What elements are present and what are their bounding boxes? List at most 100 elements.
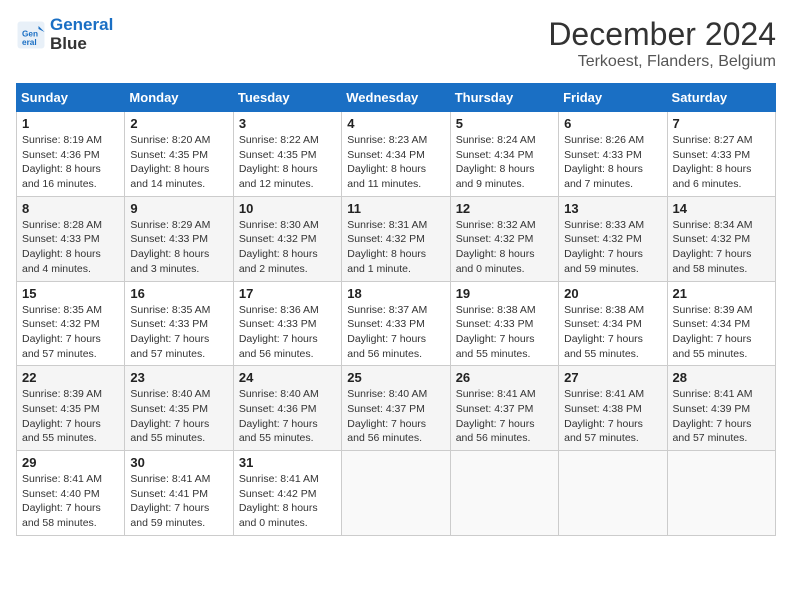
day-number: 30	[130, 455, 227, 470]
svg-text:eral: eral	[22, 37, 37, 46]
day-info: Sunrise: 8:20 AM Sunset: 4:35 PM Dayligh…	[130, 133, 227, 192]
location-title: Terkoest, Flanders, Belgium	[548, 53, 776, 71]
day-number: 5	[456, 116, 553, 131]
day-info: Sunrise: 8:41 AM Sunset: 4:38 PM Dayligh…	[564, 387, 661, 446]
day-info: Sunrise: 8:36 AM Sunset: 4:33 PM Dayligh…	[239, 303, 336, 362]
calendar-cell: 27 Sunrise: 8:41 AM Sunset: 4:38 PM Dayl…	[559, 366, 667, 451]
day-number: 18	[347, 286, 444, 301]
calendar-day-header: Wednesday	[342, 84, 450, 112]
day-number: 24	[239, 370, 336, 385]
calendar-week-row: 22 Sunrise: 8:39 AM Sunset: 4:35 PM Dayl…	[17, 366, 776, 451]
calendar-week-row: 8 Sunrise: 8:28 AM Sunset: 4:33 PM Dayli…	[17, 196, 776, 281]
day-info: Sunrise: 8:22 AM Sunset: 4:35 PM Dayligh…	[239, 133, 336, 192]
calendar-cell: 12 Sunrise: 8:32 AM Sunset: 4:32 PM Dayl…	[450, 196, 558, 281]
day-info: Sunrise: 8:37 AM Sunset: 4:33 PM Dayligh…	[347, 303, 444, 362]
calendar-cell: 10 Sunrise: 8:30 AM Sunset: 4:32 PM Dayl…	[233, 196, 341, 281]
day-info: Sunrise: 8:23 AM Sunset: 4:34 PM Dayligh…	[347, 133, 444, 192]
day-info: Sunrise: 8:41 AM Sunset: 4:42 PM Dayligh…	[239, 472, 336, 531]
month-title: December 2024	[548, 16, 776, 53]
day-number: 19	[456, 286, 553, 301]
day-info: Sunrise: 8:31 AM Sunset: 4:32 PM Dayligh…	[347, 218, 444, 277]
page-header: Gen eral General Blue December 2024 Terk…	[16, 16, 776, 71]
calendar-day-header: Thursday	[450, 84, 558, 112]
calendar-cell	[559, 451, 667, 536]
day-info: Sunrise: 8:38 AM Sunset: 4:33 PM Dayligh…	[456, 303, 553, 362]
calendar-cell: 23 Sunrise: 8:40 AM Sunset: 4:35 PM Dayl…	[125, 366, 233, 451]
calendar-week-row: 1 Sunrise: 8:19 AM Sunset: 4:36 PM Dayli…	[17, 112, 776, 197]
logo-icon: Gen eral	[16, 20, 46, 50]
day-info: Sunrise: 8:27 AM Sunset: 4:33 PM Dayligh…	[673, 133, 770, 192]
day-info: Sunrise: 8:40 AM Sunset: 4:36 PM Dayligh…	[239, 387, 336, 446]
day-info: Sunrise: 8:34 AM Sunset: 4:32 PM Dayligh…	[673, 218, 770, 277]
title-block: December 2024 Terkoest, Flanders, Belgiu…	[548, 16, 776, 71]
calendar-cell	[450, 451, 558, 536]
calendar-cell: 31 Sunrise: 8:41 AM Sunset: 4:42 PM Dayl…	[233, 451, 341, 536]
day-number: 25	[347, 370, 444, 385]
day-number: 26	[456, 370, 553, 385]
day-info: Sunrise: 8:40 AM Sunset: 4:35 PM Dayligh…	[130, 387, 227, 446]
day-info: Sunrise: 8:40 AM Sunset: 4:37 PM Dayligh…	[347, 387, 444, 446]
day-number: 23	[130, 370, 227, 385]
calendar-cell	[667, 451, 775, 536]
day-info: Sunrise: 8:41 AM Sunset: 4:40 PM Dayligh…	[22, 472, 119, 531]
calendar-cell: 22 Sunrise: 8:39 AM Sunset: 4:35 PM Dayl…	[17, 366, 125, 451]
calendar-cell: 7 Sunrise: 8:27 AM Sunset: 4:33 PM Dayli…	[667, 112, 775, 197]
calendar-cell: 21 Sunrise: 8:39 AM Sunset: 4:34 PM Dayl…	[667, 281, 775, 366]
day-info: Sunrise: 8:39 AM Sunset: 4:35 PM Dayligh…	[22, 387, 119, 446]
day-info: Sunrise: 8:41 AM Sunset: 4:39 PM Dayligh…	[673, 387, 770, 446]
calendar-cell: 11 Sunrise: 8:31 AM Sunset: 4:32 PM Dayl…	[342, 196, 450, 281]
day-info: Sunrise: 8:39 AM Sunset: 4:34 PM Dayligh…	[673, 303, 770, 362]
day-number: 6	[564, 116, 661, 131]
calendar-day-header: Monday	[125, 84, 233, 112]
day-number: 17	[239, 286, 336, 301]
calendar-week-row: 29 Sunrise: 8:41 AM Sunset: 4:40 PM Dayl…	[17, 451, 776, 536]
calendar-table: SundayMondayTuesdayWednesdayThursdayFrid…	[16, 83, 776, 536]
calendar-cell: 18 Sunrise: 8:37 AM Sunset: 4:33 PM Dayl…	[342, 281, 450, 366]
day-number: 1	[22, 116, 119, 131]
calendar-day-header: Sunday	[17, 84, 125, 112]
calendar-day-header: Tuesday	[233, 84, 341, 112]
day-number: 15	[22, 286, 119, 301]
calendar-cell: 29 Sunrise: 8:41 AM Sunset: 4:40 PM Dayl…	[17, 451, 125, 536]
day-info: Sunrise: 8:35 AM Sunset: 4:33 PM Dayligh…	[130, 303, 227, 362]
day-number: 28	[673, 370, 770, 385]
calendar-header-row: SundayMondayTuesdayWednesdayThursdayFrid…	[17, 84, 776, 112]
day-number: 16	[130, 286, 227, 301]
logo: Gen eral General Blue	[16, 16, 113, 53]
calendar-cell: 25 Sunrise: 8:40 AM Sunset: 4:37 PM Dayl…	[342, 366, 450, 451]
logo-line1: General	[50, 16, 113, 35]
day-number: 10	[239, 201, 336, 216]
calendar-cell	[342, 451, 450, 536]
calendar-body: 1 Sunrise: 8:19 AM Sunset: 4:36 PM Dayli…	[17, 112, 776, 536]
day-number: 4	[347, 116, 444, 131]
calendar-cell: 16 Sunrise: 8:35 AM Sunset: 4:33 PM Dayl…	[125, 281, 233, 366]
day-number: 9	[130, 201, 227, 216]
day-info: Sunrise: 8:33 AM Sunset: 4:32 PM Dayligh…	[564, 218, 661, 277]
calendar-cell: 13 Sunrise: 8:33 AM Sunset: 4:32 PM Dayl…	[559, 196, 667, 281]
calendar-cell: 5 Sunrise: 8:24 AM Sunset: 4:34 PM Dayli…	[450, 112, 558, 197]
calendar-cell: 9 Sunrise: 8:29 AM Sunset: 4:33 PM Dayli…	[125, 196, 233, 281]
calendar-day-header: Friday	[559, 84, 667, 112]
day-info: Sunrise: 8:38 AM Sunset: 4:34 PM Dayligh…	[564, 303, 661, 362]
day-number: 22	[22, 370, 119, 385]
day-number: 31	[239, 455, 336, 470]
calendar-cell: 6 Sunrise: 8:26 AM Sunset: 4:33 PM Dayli…	[559, 112, 667, 197]
calendar-cell: 30 Sunrise: 8:41 AM Sunset: 4:41 PM Dayl…	[125, 451, 233, 536]
day-number: 12	[456, 201, 553, 216]
calendar-cell: 17 Sunrise: 8:36 AM Sunset: 4:33 PM Dayl…	[233, 281, 341, 366]
calendar-cell: 1 Sunrise: 8:19 AM Sunset: 4:36 PM Dayli…	[17, 112, 125, 197]
calendar-cell: 28 Sunrise: 8:41 AM Sunset: 4:39 PM Dayl…	[667, 366, 775, 451]
calendar-cell: 2 Sunrise: 8:20 AM Sunset: 4:35 PM Dayli…	[125, 112, 233, 197]
day-number: 14	[673, 201, 770, 216]
day-number: 11	[347, 201, 444, 216]
day-info: Sunrise: 8:24 AM Sunset: 4:34 PM Dayligh…	[456, 133, 553, 192]
day-info: Sunrise: 8:32 AM Sunset: 4:32 PM Dayligh…	[456, 218, 553, 277]
day-number: 20	[564, 286, 661, 301]
day-info: Sunrise: 8:35 AM Sunset: 4:32 PM Dayligh…	[22, 303, 119, 362]
calendar-cell: 8 Sunrise: 8:28 AM Sunset: 4:33 PM Dayli…	[17, 196, 125, 281]
calendar-cell: 20 Sunrise: 8:38 AM Sunset: 4:34 PM Dayl…	[559, 281, 667, 366]
day-number: 8	[22, 201, 119, 216]
calendar-week-row: 15 Sunrise: 8:35 AM Sunset: 4:32 PM Dayl…	[17, 281, 776, 366]
calendar-day-header: Saturday	[667, 84, 775, 112]
day-number: 13	[564, 201, 661, 216]
